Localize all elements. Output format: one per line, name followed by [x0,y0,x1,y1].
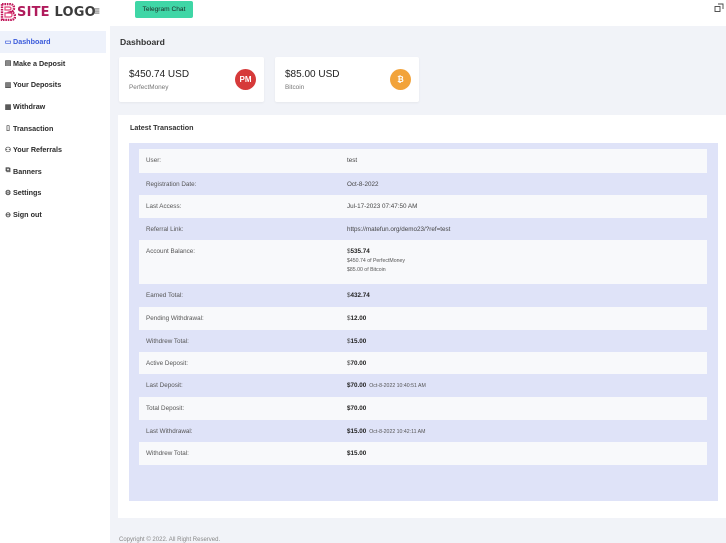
table-row: Last Deposit: $70.00 Oct-8-2022 10:40:51 A… [139,374,707,397]
table-row: Last Access: Jul-17-2023 07:47:50 AM [139,195,707,218]
row-label: Last Access: [146,203,182,210]
sidebar-item-banners[interactable]: ⧉ Banners [0,161,106,183]
table-row: Total Deposit: $70.00 [139,397,707,420]
sidebar-item-label: Transaction [13,123,54,133]
row-value: test [347,157,358,164]
perfectmoney-icon: PM [235,69,256,90]
database-icon: ▤ [4,60,12,68]
card-label: PerfectMoney [129,84,169,91]
row-label: Total Deposit: [146,405,185,412]
row-label: Registration Date: [146,181,197,188]
row-label: Active Deposit: [146,360,188,367]
sidebar-item-label: Dashboard [13,37,51,47]
row-value: Jul-17-2023 07:47:50 AM [347,203,418,210]
row-label: Last Deposit: [146,382,183,389]
row-value: https://matefun.org/demo23/?ref=test [347,226,451,233]
sidebar-item-withdraw[interactable]: ▦ Withdraw [0,96,106,118]
receipt-icon: ▯ [6,125,10,133]
footer-copyright: Copyright © 2022. All Right Reserved. [119,537,221,543]
table-row: Withdrew Total: $15.00 [139,442,707,465]
account-info-table: User: test Registration Date: Oct-8-2022 Las… [129,143,718,501]
users-icon: ⚇ [4,146,12,154]
ledger-icon: ▥ [4,81,12,89]
table-row: Registration Date: Oct-8-2022 [139,173,707,195]
sidebar-item-your-referrals[interactable]: ⚇ Your Referrals [0,139,106,161]
sidebar-item-label: Make a Deposit [13,58,66,68]
sidebar: SITE LOGO ≡ ▭ Dashboard ▤ Make a Deposit ▥ Yo… [0,0,110,543]
sidebar-item-make-a-deposit[interactable]: ▤ Make a Deposit [0,53,106,75]
sidebar-item-label: Settings [13,188,42,198]
table-row: Earned Total: $432.74 [139,284,707,307]
row-value: $15.00 Oct-8-2022 10:42:11 AM [347,428,426,435]
logo-mark-icon [0,3,16,21]
row-value: $535.74 $450.74 of PerfectMoney $85.00 of … [347,248,405,273]
table-row: Account Balance: $535.74 $450.74 of Perfec… [139,240,707,284]
row-value: Oct-8-2022 [347,181,379,188]
sidebar-item-dashboard[interactable]: ▭ Dashboard [0,31,106,53]
panel-title: Latest Transaction [130,123,194,132]
table-row: Active Deposit: $70.00 [139,352,707,374]
telegram-chat-button[interactable]: Telegram Chat [135,1,193,18]
row-label: Pending Withdrawal: [146,315,204,322]
card-label: Bitcoin [285,84,305,91]
sidebar-item-label: Your Deposits [13,80,62,90]
sidebar-item-label: Withdraw [13,102,46,112]
card-amount: $450.74 USD [129,69,190,80]
wallet-icon: ▦ [4,103,12,111]
monitor-icon: ▭ [4,38,12,46]
sidebar-item-label: Your Referrals [13,145,62,155]
row-label: Withdrew Total: [146,338,189,345]
sidebar-menu: ▭ Dashboard ▤ Make a Deposit ▥ Your Deposits ▦… [0,31,106,225]
page-title: Dashboard [120,37,165,47]
gear-icon: ⚙ [4,189,12,197]
row-label: Account Balance: [146,248,196,255]
image-icon: ⧉ [5,167,11,175]
sidebar-item-label: Sign out [13,210,42,220]
row-label: Referral Link: [146,226,184,233]
sidebar-item-your-deposits[interactable]: ▥ Your Deposits [0,74,106,96]
table-row: Withdrew Total: $15.00 [139,330,707,352]
sign-out-icon: ⊖ [5,211,11,219]
row-value: $15.00 [347,338,367,345]
row-value: $432.74 [347,292,370,299]
table-row: Referral Link: https://matefun.org/demo23… [139,218,707,240]
row-value: $70.00 [347,405,367,412]
sidebar-item-transaction[interactable]: ▯ Transaction [0,117,106,139]
fullscreen-icon[interactable] [714,3,724,13]
row-label: Last Withdrawal: [146,428,193,435]
row-value: $15.00 [347,450,367,457]
balance-card-bitcoin: $85.00 USD Bitcoin ₿ [275,57,419,102]
row-label: Earned Total: [146,292,183,299]
row-value: $70.00 [347,360,367,367]
logo-text: SITE LOGO [17,4,96,20]
row-label: Withdrew Total: [146,450,189,457]
row-value: $12.00 [347,315,367,322]
sidebar-item-label: Banners [13,166,42,176]
bitcoin-icon: ₿ [390,69,411,90]
site-logo[interactable]: SITE LOGO [0,2,96,22]
row-label: User: [146,157,162,164]
topbar: Telegram Chat [110,0,726,26]
latest-transaction-panel: Latest Transaction User: test Registration… [118,115,726,518]
row-value: $70.00 Oct-8-2022 10:40:51 AM [347,382,426,389]
balance-card-perfectmoney: $450.74 USD PerfectMoney PM [119,57,264,102]
hamburger-menu-icon[interactable]: ≡ [93,4,100,18]
table-row: Pending Withdrawal: $12.00 [139,307,707,330]
card-amount: $85.00 USD [285,69,340,80]
table-row: Last Withdrawal: $15.00 Oct-8-2022 10:42:1… [139,420,707,442]
sidebar-item-settings[interactable]: ⚙ Settings [0,182,106,204]
table-row: User: test [139,149,707,173]
sidebar-item-sign-out[interactable]: ⊖ Sign out [0,204,106,226]
